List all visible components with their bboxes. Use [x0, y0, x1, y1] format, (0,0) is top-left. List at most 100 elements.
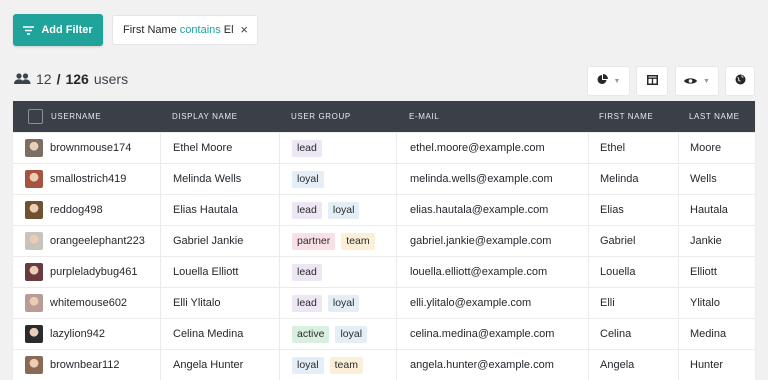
- select-all-checkbox[interactable]: [28, 109, 43, 124]
- users-table: USERNAME DISPLAY NAME USER GROUP E-MAIL …: [13, 101, 755, 380]
- column-first-name[interactable]: FIRST NAME: [588, 101, 678, 132]
- table-row[interactable]: smallostrich419 Melinda Wells loyal meli…: [13, 163, 755, 194]
- user-group-tag[interactable]: active: [292, 325, 330, 343]
- table-row[interactable]: whitemouse602 Elli Ylitalo lead loyal ell…: [13, 287, 755, 318]
- user-group-tag[interactable]: loyal: [292, 356, 324, 374]
- add-filter-button[interactable]: Add Filter: [13, 14, 103, 46]
- username-cell[interactable]: brownmouse174: [13, 133, 160, 163]
- avatar[interactable]: [25, 139, 43, 157]
- column-email[interactable]: E-MAIL: [396, 101, 588, 132]
- first-name-cell: Gabriel: [588, 226, 678, 256]
- globe-icon: [735, 72, 746, 90]
- column-username[interactable]: USERNAME: [13, 101, 160, 132]
- user-group-tag[interactable]: team: [341, 232, 375, 250]
- user-group-tag[interactable]: lead: [292, 201, 322, 219]
- filter-field: First Name: [123, 24, 177, 36]
- user-group-cell: loyal: [279, 164, 396, 194]
- display-name-cell: Melinda Wells: [160, 164, 279, 194]
- column-label: USER GROUP: [291, 112, 351, 121]
- first-name-cell: Melinda: [588, 164, 678, 194]
- display-name-text: Gabriel Jankie: [173, 235, 244, 247]
- shown-count: 12: [36, 71, 52, 87]
- email-cell: ethel.moore@example.com: [396, 133, 588, 163]
- avatar[interactable]: [25, 201, 43, 219]
- user-group-cell: lead loyal: [279, 195, 396, 225]
- username-text[interactable]: brownmouse174: [50, 142, 131, 154]
- email-text: ethel.moore@example.com: [410, 142, 545, 154]
- user-group-tag[interactable]: loyal: [292, 170, 324, 188]
- last-name-text: Hunter: [690, 359, 724, 371]
- username-cell[interactable]: purpleladybug461: [13, 257, 160, 287]
- user-group-cell: active loyal: [279, 319, 396, 349]
- last-name-text: Jankie: [690, 235, 722, 247]
- user-group-tag[interactable]: team: [329, 356, 363, 374]
- globe-button[interactable]: [725, 66, 755, 96]
- chevron-down-icon: ▼: [613, 77, 621, 85]
- filter-icon: [23, 25, 35, 35]
- active-filter-chip[interactable]: First Name contains El ×: [112, 15, 258, 45]
- table-row[interactable]: reddog498 Elias Hautala lead loyal elias.…: [13, 194, 755, 225]
- last-name-text: Ylitalo: [690, 297, 720, 309]
- total-count: 126: [65, 71, 89, 87]
- first-name-text: Louella: [600, 266, 636, 278]
- chart-view-button[interactable]: ▼: [587, 66, 630, 96]
- display-name-text: Elli Ylitalo: [173, 297, 221, 309]
- user-group-cell: lead: [279, 133, 396, 163]
- table-row[interactable]: lazylion942 Celina Medina active loyal ce…: [13, 318, 755, 349]
- avatar[interactable]: [25, 356, 43, 374]
- user-group-cell: lead: [279, 257, 396, 287]
- filter-value: El: [223, 24, 234, 36]
- count-separator: /: [56, 71, 61, 87]
- user-group-tag[interactable]: lead: [292, 263, 322, 281]
- username-text[interactable]: reddog498: [50, 204, 103, 216]
- display-name-text: Elias Hautala: [173, 204, 238, 216]
- username-text[interactable]: lazylion942: [50, 328, 105, 340]
- username-text[interactable]: orangeelephant223: [50, 235, 145, 247]
- user-group-cell: lead loyal: [279, 288, 396, 318]
- user-group-tag[interactable]: lead: [292, 294, 322, 312]
- column-display-name[interactable]: DISPLAY NAME: [160, 101, 279, 132]
- user-group-tag[interactable]: loyal: [327, 294, 360, 312]
- avatar[interactable]: [25, 232, 43, 250]
- username-cell[interactable]: orangeelephant223: [13, 226, 160, 256]
- table-row[interactable]: brownmouse174 Ethel Moore lead ethel.moo…: [13, 132, 755, 163]
- username-cell[interactable]: brownbear112: [13, 350, 160, 380]
- username-cell[interactable]: reddog498: [13, 195, 160, 225]
- user-count: 12 / 126 users: [14, 70, 128, 88]
- columns-button[interactable]: [636, 66, 668, 96]
- username-text[interactable]: whitemouse602: [50, 297, 127, 309]
- table-row[interactable]: purpleladybug461 Louella Elliott lead lo…: [13, 256, 755, 287]
- user-group-tag[interactable]: partner: [292, 232, 336, 250]
- user-group-tag[interactable]: loyal: [335, 325, 368, 343]
- user-group-tag[interactable]: loyal: [327, 201, 360, 219]
- table-row[interactable]: orangeelephant223 Gabriel Jankie partner…: [13, 225, 755, 256]
- username-text[interactable]: brownbear112: [50, 359, 120, 371]
- chevron-down-icon: ▼: [703, 77, 710, 85]
- display-name-cell: Gabriel Jankie: [160, 226, 279, 256]
- first-name-cell: Elli: [588, 288, 678, 318]
- column-user-group[interactable]: USER GROUP: [279, 101, 396, 132]
- column-label: DISPLAY NAME: [172, 112, 238, 121]
- column-last-name[interactable]: LAST NAME: [678, 101, 755, 132]
- username-text[interactable]: smallostrich419: [50, 173, 126, 185]
- avatar[interactable]: [25, 325, 43, 343]
- username-cell[interactable]: whitemouse602: [13, 288, 160, 318]
- avatar[interactable]: [25, 294, 43, 312]
- username-cell[interactable]: smallostrich419: [13, 164, 160, 194]
- user-group-tag[interactable]: lead: [292, 139, 322, 157]
- last-name-cell: Moore: [678, 133, 755, 163]
- display-name-text: Louella Elliott: [173, 266, 239, 278]
- email-cell: louella.elliott@example.com: [396, 257, 588, 287]
- display-name-text: Angela Hunter: [173, 359, 244, 371]
- first-name-text: Gabriel: [600, 235, 636, 247]
- username-text[interactable]: purpleladybug461: [50, 266, 137, 278]
- visibility-button[interactable]: ▼: [675, 66, 719, 96]
- username-cell[interactable]: lazylion942: [13, 319, 160, 349]
- avatar[interactable]: [25, 263, 43, 281]
- display-name-cell: Ethel Moore: [160, 133, 279, 163]
- table-row[interactable]: brownbear112 Angela Hunter loyal team ang…: [13, 349, 755, 380]
- avatar[interactable]: [25, 170, 43, 188]
- email-cell: elli.ylitalo@example.com: [396, 288, 588, 318]
- first-name-text: Melinda: [600, 173, 639, 185]
- remove-filter-icon[interactable]: ×: [240, 23, 248, 37]
